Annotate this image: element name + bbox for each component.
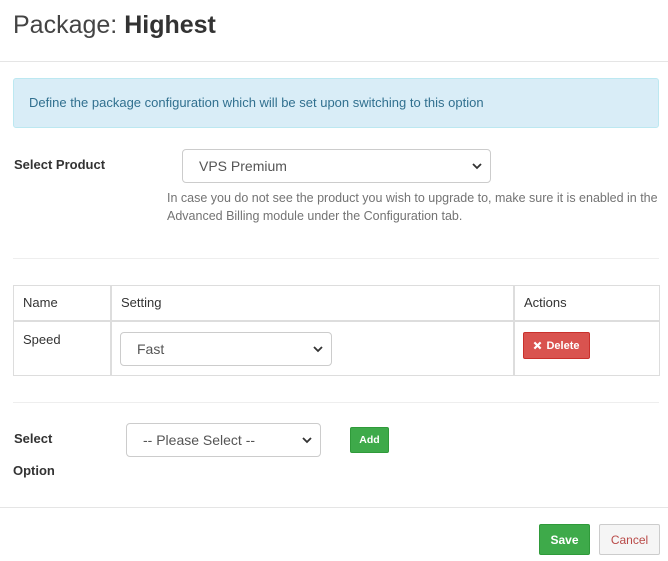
chevron-down-icon: [313, 346, 323, 353]
divider: [13, 258, 659, 259]
delete-button[interactable]: Delete: [523, 332, 590, 359]
setting-select-value: Fast: [137, 341, 165, 357]
column-header-setting: Setting: [112, 286, 515, 322]
product-help-text: In case you do not see the product you w…: [167, 191, 658, 223]
modal-header: Package: Highest: [0, 0, 668, 62]
add-button[interactable]: Add: [350, 427, 389, 453]
row-name-cell: Speed: [14, 322, 112, 375]
chevron-down-icon: [302, 437, 312, 444]
modal-footer: Save Cancel: [0, 507, 668, 561]
cancel-button[interactable]: Cancel: [599, 524, 660, 555]
save-button[interactable]: Save: [539, 524, 590, 555]
select-option-label-line1: Select: [14, 431, 53, 446]
package-name: Highest: [124, 11, 216, 39]
option-select[interactable]: -- Please Select --: [126, 423, 321, 457]
settings-table: Name Setting Actions Speed Fast Delete: [13, 285, 660, 376]
title-prefix: Package:: [13, 11, 118, 39]
divider: [13, 402, 659, 403]
setting-select[interactable]: Fast: [120, 332, 332, 366]
product-select-value: VPS Premium: [199, 158, 287, 174]
page-title: Package: Highest: [13, 8, 216, 42]
info-alert: Define the package configuration which w…: [13, 78, 659, 128]
select-option-label-line2: Option: [13, 463, 55, 478]
delete-button-label: Delete: [546, 339, 580, 352]
option-select-value: -- Please Select --: [143, 432, 256, 448]
product-select[interactable]: VPS Premium: [182, 149, 491, 183]
column-header-name: Name: [14, 286, 112, 322]
chevron-down-icon: [472, 163, 482, 170]
column-header-actions: Actions: [515, 286, 659, 322]
times-icon: [534, 341, 542, 350]
select-product-label: Select Product: [14, 157, 106, 172]
